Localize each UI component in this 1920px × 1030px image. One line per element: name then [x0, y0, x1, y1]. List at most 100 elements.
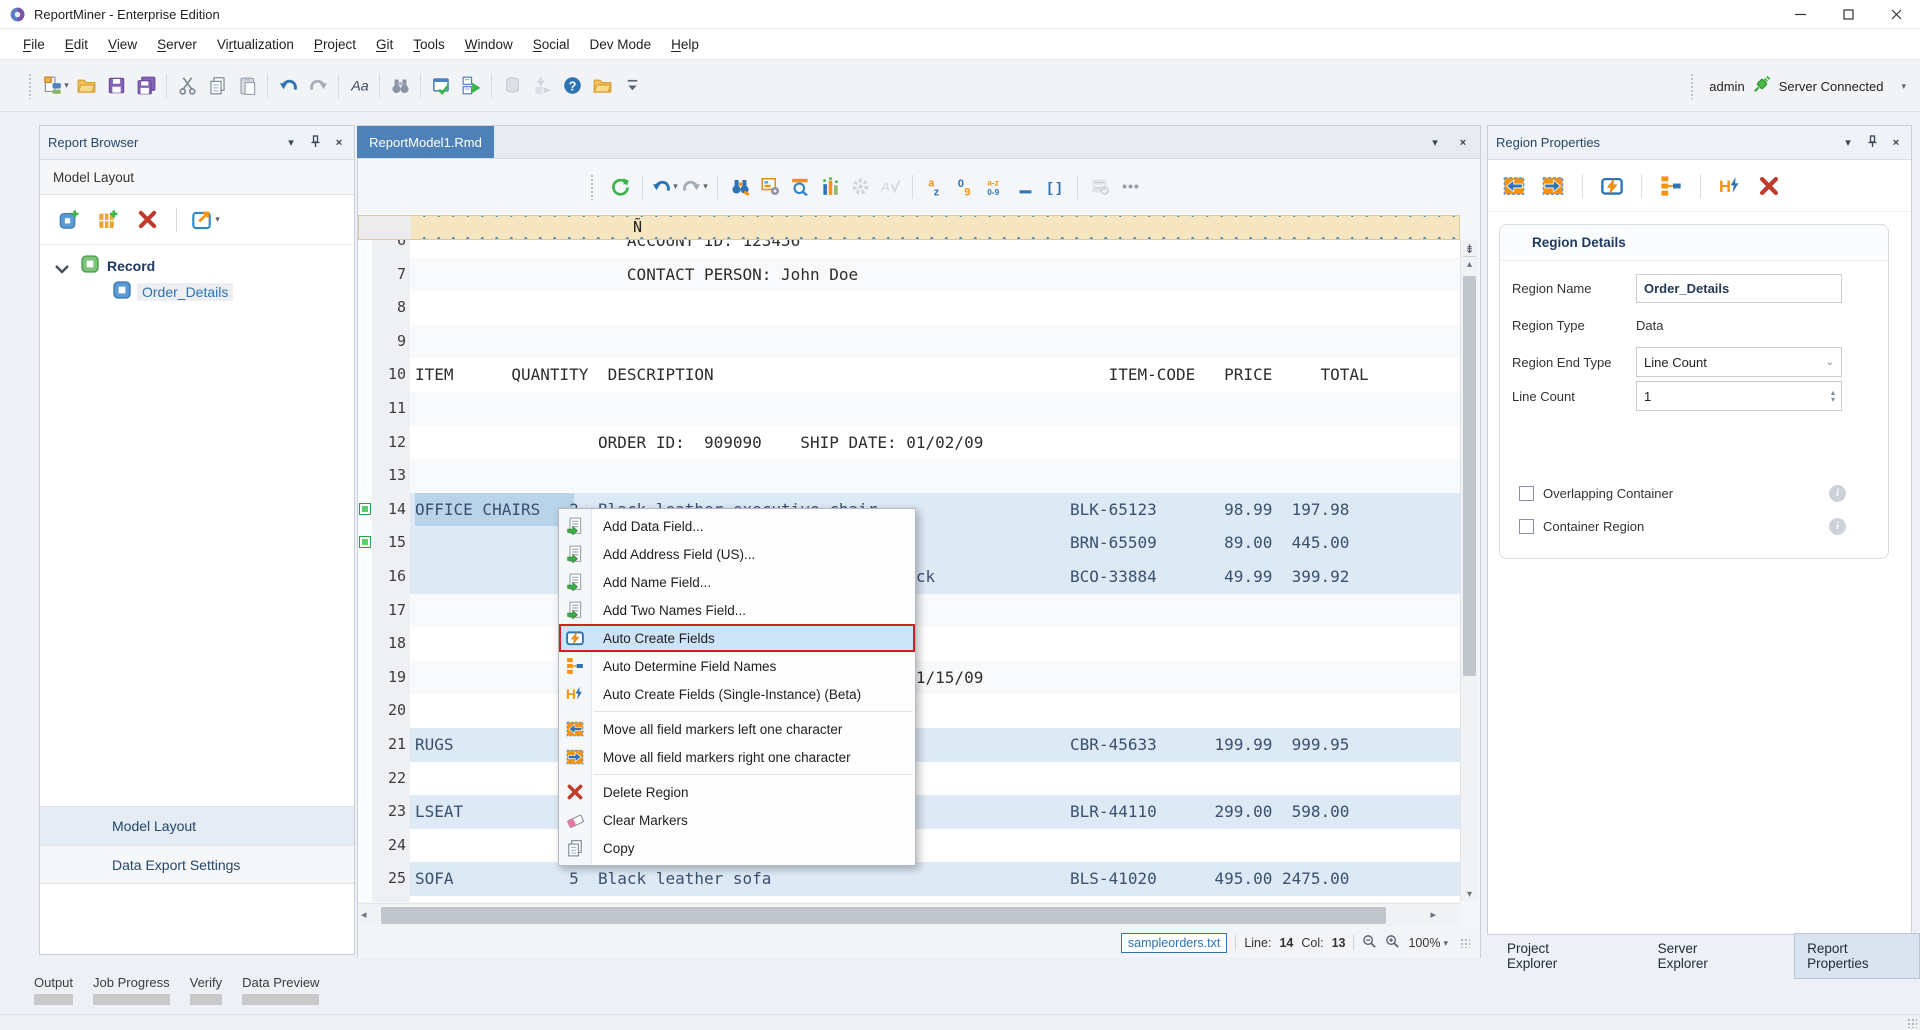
- zoom-in-icon[interactable]: [1385, 934, 1400, 952]
- checkbox-overlapping-container[interactable]: Overlapping Containeri: [1519, 483, 1901, 503]
- toolbar-help-button[interactable]: ?: [557, 71, 587, 101]
- document-tab[interactable]: ReportModel1.Rmd: [357, 126, 494, 159]
- region-move-right-button[interactable]: [1538, 171, 1568, 201]
- maximize-button[interactable]: [1824, 0, 1872, 29]
- resize-grip[interactable]: [1907, 1018, 1917, 1028]
- tree-item-record[interactable]: Record: [40, 253, 354, 279]
- menu-window[interactable]: Window: [455, 32, 523, 57]
- column-ruler[interactable]: Ñ: [358, 215, 1460, 240]
- toolbar-find-binoculars-button[interactable]: [385, 71, 415, 101]
- region-name-input[interactable]: [1636, 274, 1842, 303]
- doc-list-check-button[interactable]: [1085, 172, 1115, 202]
- doc-pattern-recognition-button[interactable]: [755, 172, 785, 202]
- doc-find-binoculars-color-button[interactable]: [725, 172, 755, 202]
- report-line-25[interactable]: SOFA5 Black leather sofaBLS-41020495.002…: [410, 862, 1460, 896]
- chevron-down-icon[interactable]: [53, 260, 65, 272]
- doc-sort-az09-button[interactable]: a-z0-9: [980, 172, 1010, 202]
- stepper-arrows-icon[interactable]: ▴▾: [1831, 389, 1835, 403]
- close-document-icon[interactable]: ×: [1456, 137, 1470, 149]
- dropdown-caret-icon[interactable]: ▾: [673, 181, 678, 192]
- bottom-tab-verify[interactable]: Verify: [190, 975, 223, 1005]
- doc-bracket-marker-button[interactable]: [ ]: [1040, 172, 1070, 202]
- scroll-up-icon[interactable]: ▴: [1461, 259, 1478, 270]
- close-icon[interactable]: ×: [332, 137, 346, 149]
- doc-search-region-button[interactable]: [785, 172, 815, 202]
- menu-item-move-all-field-markers-right-one-character[interactable]: Move all field markers right one charact…: [559, 743, 915, 771]
- menu-virtualization[interactable]: Virtualization: [207, 32, 304, 57]
- menu-item-auto-determine-field-names[interactable]: Auto Determine Field Names: [559, 652, 915, 680]
- scroll-right-icon[interactable]: ▸: [1430, 908, 1436, 921]
- menu-edit[interactable]: Edit: [55, 32, 98, 57]
- region-end-type-dropdown[interactable]: Line Count⌄: [1636, 347, 1842, 377]
- menu-item-add-address-field-us[interactable]: Add Address Field (US)...: [559, 540, 915, 568]
- menu-item-move-all-field-markers-left-one-character[interactable]: Move all field markers left one characte…: [559, 715, 915, 743]
- doc-sort-09-button[interactable]: 09: [950, 172, 980, 202]
- menu-file[interactable]: File: [13, 32, 55, 57]
- menu-item-add-two-names-field[interactable]: Add Two Names Field...: [559, 596, 915, 624]
- panel-menu-caret-icon[interactable]: ▾: [1841, 136, 1855, 149]
- region-start-marker[interactable]: [359, 503, 371, 515]
- menu-help[interactable]: Help: [661, 32, 709, 57]
- source-file-link[interactable]: sampleorders.txt: [1121, 933, 1227, 953]
- close-button[interactable]: [1872, 0, 1920, 29]
- tree-item-order-details[interactable]: Order_Details: [40, 279, 354, 305]
- menu-item-copy[interactable]: Copy: [559, 834, 915, 862]
- browser-add-grid-button[interactable]: [93, 205, 123, 235]
- menu-item-delete-region[interactable]: Delete Region: [559, 778, 915, 806]
- dock-tab-report-properties[interactable]: Report Properties: [1794, 933, 1920, 979]
- vertical-scroll-thumb[interactable]: [1463, 276, 1476, 676]
- menu-item-add-data-field[interactable]: Add Data Field...: [559, 512, 915, 540]
- toolbar-font-case-button[interactable]: Aa: [344, 71, 374, 101]
- menu-server[interactable]: Server: [147, 32, 207, 57]
- bottom-tab-data-preview[interactable]: Data Preview: [242, 975, 319, 1005]
- line-count-stepper[interactable]: 1▴▾: [1636, 381, 1842, 411]
- menu-git[interactable]: Git: [366, 32, 403, 57]
- toolbar-grip[interactable]: [28, 73, 33, 99]
- checkbox-container-region[interactable]: Container Regioni: [1519, 516, 1901, 536]
- report-line-13[interactable]: [410, 459, 1460, 493]
- nav-model-layout[interactable]: Model Layout: [40, 806, 354, 845]
- toolbar-import-data-button[interactable]: [527, 71, 557, 101]
- toolbar-open-folder-button[interactable]: [71, 71, 101, 101]
- report-line-6[interactable]: ACCOUNT ID: 123456: [410, 240, 1460, 258]
- horizontal-scrollbar[interactable]: ◂ ▸: [358, 903, 1460, 927]
- dock-tab-server-explorer[interactable]: Server Explorer: [1646, 934, 1759, 978]
- nav-data-export-settings[interactable]: Data Export Settings: [40, 845, 354, 884]
- region-move-left-button[interactable]: [1499, 171, 1529, 201]
- horizontal-scroll-thumb[interactable]: [381, 907, 1386, 924]
- toolbar-verify-window-button[interactable]: [426, 71, 456, 101]
- toolbar-grip[interactable]: [1690, 73, 1695, 99]
- toolbar-save-all-button[interactable]: [131, 71, 161, 101]
- region-auto-create-button[interactable]: [1597, 171, 1627, 201]
- bottom-tab-output[interactable]: Output: [34, 975, 73, 1005]
- toolbar-grip[interactable]: [590, 174, 595, 200]
- report-line-12[interactable]: ORDER ID: 909090 SHIP DATE: 01/02/09: [410, 426, 1460, 460]
- toolbar-copy-button[interactable]: [202, 71, 232, 101]
- doc-field-chart-button[interactable]: [815, 172, 845, 202]
- report-line-9[interactable]: [410, 325, 1460, 359]
- close-icon[interactable]: ×: [1889, 137, 1903, 149]
- doc-sort-az-button[interactable]: az: [920, 172, 950, 202]
- menu-tools[interactable]: Tools: [403, 32, 455, 57]
- browser-export-button[interactable]: ▾: [191, 205, 221, 235]
- toolbar-redo-button[interactable]: [303, 71, 333, 101]
- region-auto-determine-button[interactable]: [1656, 171, 1686, 201]
- report-line-11[interactable]: [410, 392, 1460, 426]
- menu-item-add-name-field[interactable]: Add Name Field...: [559, 568, 915, 596]
- menu-item-clear-markers[interactable]: Clear Markers: [559, 806, 915, 834]
- region-start-marker[interactable]: [359, 536, 371, 548]
- doc-undo-button[interactable]: ▾: [650, 172, 680, 202]
- menu-dev-mode[interactable]: Dev Mode: [580, 32, 662, 57]
- report-line-26[interactable]: [410, 896, 1460, 902]
- toolbar-database-button[interactable]: [497, 71, 527, 101]
- report-line-8[interactable]: [410, 291, 1460, 325]
- toolbar-overflow-caret-icon[interactable]: ▾: [1901, 81, 1906, 92]
- splitter-handle-icon[interactable]: ⇟: [1463, 242, 1476, 257]
- menu-item-auto-create-fields[interactable]: Auto Create Fields: [559, 624, 915, 652]
- dropdown-caret-icon[interactable]: ▾: [215, 214, 220, 225]
- scroll-left-icon[interactable]: ◂: [361, 908, 367, 921]
- toolbar-new-model-button[interactable]: ▾: [41, 71, 71, 101]
- ruler-record-marker[interactable]: Ñ: [631, 218, 644, 236]
- region-auto-create-si-button[interactable]: H: [1715, 171, 1745, 201]
- toolbar-save-button[interactable]: [101, 71, 131, 101]
